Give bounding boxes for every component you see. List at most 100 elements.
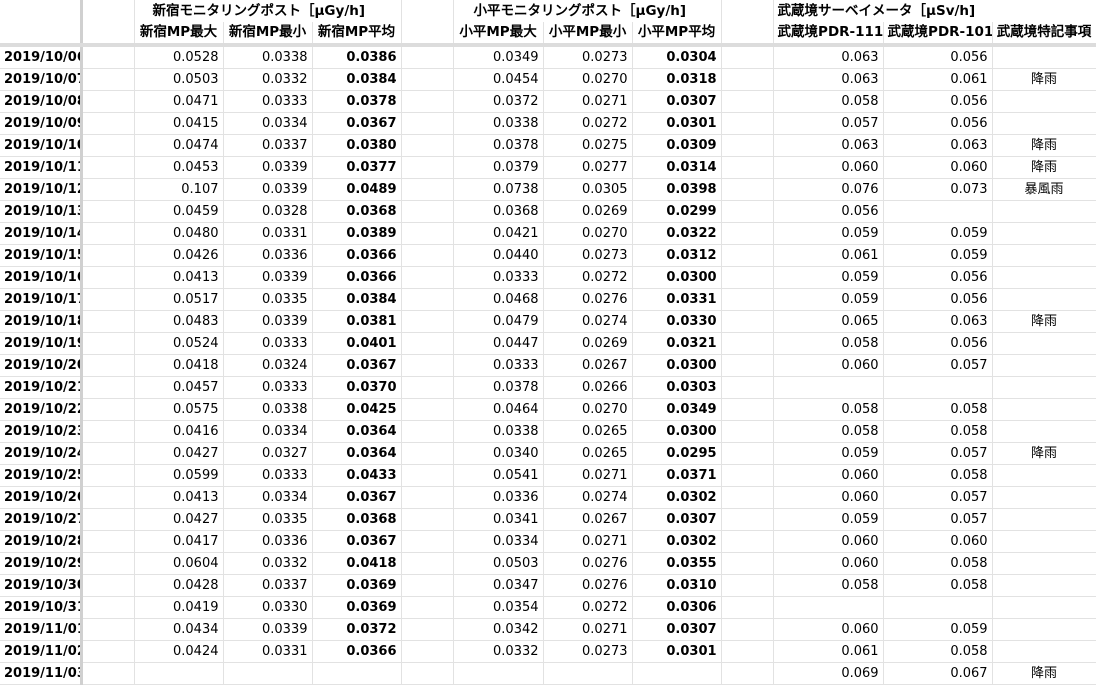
spacer-cell[interactable]	[401, 354, 454, 377]
shinjuku-min-cell[interactable]: 0.0334	[223, 486, 313, 509]
spacer-cell[interactable]	[721, 288, 774, 311]
date-cell[interactable]: 2019/10/22	[0, 398, 83, 421]
spacer-cell[interactable]	[81, 662, 135, 685]
shinjuku-avg-cell[interactable]: 0.0489	[312, 178, 402, 201]
date-cell[interactable]: 2019/10/24	[0, 442, 83, 465]
shinjuku-max-cell[interactable]: 0.0457	[134, 376, 224, 399]
shinjuku-avg-cell[interactable]: 0.0372	[312, 618, 402, 641]
shinjuku-min-cell[interactable]: 0.0331	[223, 640, 313, 663]
spacer-cell[interactable]	[81, 618, 135, 641]
date-cell[interactable]: 2019/11/01	[0, 618, 83, 641]
shinjuku-max-cell[interactable]: 0.0424	[134, 640, 224, 663]
kodaira-max-cell[interactable]: 0.0338	[453, 112, 544, 135]
note-cell[interactable]	[992, 596, 1096, 619]
pdr111-cell[interactable]: 0.061	[773, 244, 884, 267]
pdr101-cell[interactable]: 0.059	[883, 244, 993, 267]
spacer-cell[interactable]	[81, 134, 135, 157]
kodaira-min-cell[interactable]: 0.0274	[543, 486, 633, 509]
spacer-cell[interactable]	[721, 0, 774, 22]
kodaira-max-cell[interactable]: 0.0421	[453, 222, 544, 245]
pdr111-cell[interactable]	[773, 596, 884, 619]
shinjuku-max-cell[interactable]: 0.0480	[134, 222, 224, 245]
pdr101-cell[interactable]: 0.058	[883, 552, 993, 575]
note-cell[interactable]	[992, 486, 1096, 509]
pdr101-cell[interactable]: 0.060	[883, 156, 993, 179]
pdr101-cell[interactable]: 0.057	[883, 354, 993, 377]
spacer-cell[interactable]	[401, 310, 454, 333]
note-cell[interactable]	[992, 354, 1096, 377]
pdr101-cell[interactable]: 0.058	[883, 640, 993, 663]
spacer-cell[interactable]	[401, 68, 454, 91]
pdr111-cell[interactable]: 0.069	[773, 662, 884, 685]
spacer-cell[interactable]	[721, 486, 774, 509]
spacer-cell[interactable]	[721, 310, 774, 333]
spacer-cell[interactable]	[401, 90, 454, 113]
spacer-cell[interactable]	[81, 22, 135, 47]
kodaira-min-cell[interactable]: 0.0273	[543, 640, 633, 663]
spacer-cell[interactable]	[81, 574, 135, 597]
spacer-cell[interactable]	[401, 222, 454, 245]
kodaira-avg-cell[interactable]	[632, 662, 722, 685]
shinjuku-min-cell[interactable]: 0.0333	[223, 464, 313, 487]
date-cell[interactable]: 2019/10/28	[0, 530, 83, 553]
shinjuku-max-cell[interactable]: 0.0419	[134, 596, 224, 619]
shinjuku-min-cell[interactable]: 0.0335	[223, 508, 313, 531]
note-cell[interactable]	[992, 464, 1096, 487]
spacer-cell[interactable]	[401, 22, 454, 47]
kodaira-min-cell[interactable]: 0.0266	[543, 376, 633, 399]
kodaira-min-cell[interactable]: 0.0265	[543, 442, 633, 465]
spacer-cell[interactable]	[81, 376, 135, 399]
pdr111-cell[interactable]: 0.060	[773, 618, 884, 641]
note-cell[interactable]	[992, 420, 1096, 443]
pdr101-cell[interactable]: 0.057	[883, 442, 993, 465]
date-cell[interactable]: 2019/10/07	[0, 68, 83, 91]
shinjuku-min-cell[interactable]: 0.0338	[223, 398, 313, 421]
date-cell[interactable]: 2019/10/12	[0, 178, 83, 201]
spacer-cell[interactable]	[721, 332, 774, 355]
kodaira-max-cell[interactable]: 0.0464	[453, 398, 544, 421]
note-cell[interactable]: 降雨	[992, 68, 1096, 91]
kodaira-max-cell[interactable]: 0.0378	[453, 134, 544, 157]
pdr101-cell[interactable]: 0.056	[883, 90, 993, 113]
spacer-cell[interactable]	[401, 508, 454, 531]
pdr111-cell[interactable]: 0.058	[773, 90, 884, 113]
shinjuku-max-cell[interactable]: 0.0483	[134, 310, 224, 333]
shinjuku-min-cell[interactable]: 0.0331	[223, 222, 313, 245]
pdr101-cell[interactable]: 0.056	[883, 266, 993, 289]
spacer-cell[interactable]	[81, 45, 135, 69]
note-cell[interactable]: 降雨	[992, 662, 1096, 685]
kodaira-min-cell[interactable]: 0.0271	[543, 618, 633, 641]
pdr101-cell[interactable]: 0.067	[883, 662, 993, 685]
shinjuku-avg-cell[interactable]: 0.0418	[312, 552, 402, 575]
spacer-cell[interactable]	[81, 0, 135, 22]
spacer-cell[interactable]	[721, 45, 774, 69]
date-cell[interactable]: 2019/10/19	[0, 332, 83, 355]
spacer-cell[interactable]	[401, 662, 454, 685]
shinjuku-avg-cell[interactable]: 0.0368	[312, 508, 402, 531]
date-cell[interactable]: 2019/10/13	[0, 200, 83, 223]
spacer-cell[interactable]	[721, 244, 774, 267]
shinjuku-avg-cell[interactable]: 0.0386	[312, 45, 402, 69]
kodaira-max-cell[interactable]: 0.0372	[453, 90, 544, 113]
column-header[interactable]: 武蔵境PDR-101	[883, 22, 993, 47]
shinjuku-min-cell[interactable]: 0.0328	[223, 200, 313, 223]
kodaira-max-cell[interactable]: 0.0503	[453, 552, 544, 575]
shinjuku-min-cell[interactable]: 0.0332	[223, 552, 313, 575]
shinjuku-min-cell[interactable]: 0.0327	[223, 442, 313, 465]
note-cell[interactable]	[992, 640, 1096, 663]
shinjuku-avg-cell[interactable]: 0.0366	[312, 266, 402, 289]
kodaira-avg-cell[interactable]: 0.0371	[632, 464, 722, 487]
kodaira-avg-cell[interactable]: 0.0307	[632, 508, 722, 531]
date-cell[interactable]: 2019/10/27	[0, 508, 83, 531]
kodaira-max-cell[interactable]: 0.0479	[453, 310, 544, 333]
pdr111-cell[interactable]: 0.060	[773, 156, 884, 179]
shinjuku-max-cell[interactable]: 0.0528	[134, 45, 224, 69]
date-cell[interactable]: 2019/10/30	[0, 574, 83, 597]
kodaira-max-cell[interactable]: 0.0336	[453, 486, 544, 509]
column-header[interactable]: 小平MP最小	[543, 22, 633, 47]
spacer-cell[interactable]	[401, 618, 454, 641]
shinjuku-min-cell[interactable]: 0.0339	[223, 618, 313, 641]
kodaira-max-cell[interactable]: 0.0333	[453, 354, 544, 377]
date-cell[interactable]: 2019/10/18	[0, 310, 83, 333]
spacer-cell[interactable]	[81, 288, 135, 311]
